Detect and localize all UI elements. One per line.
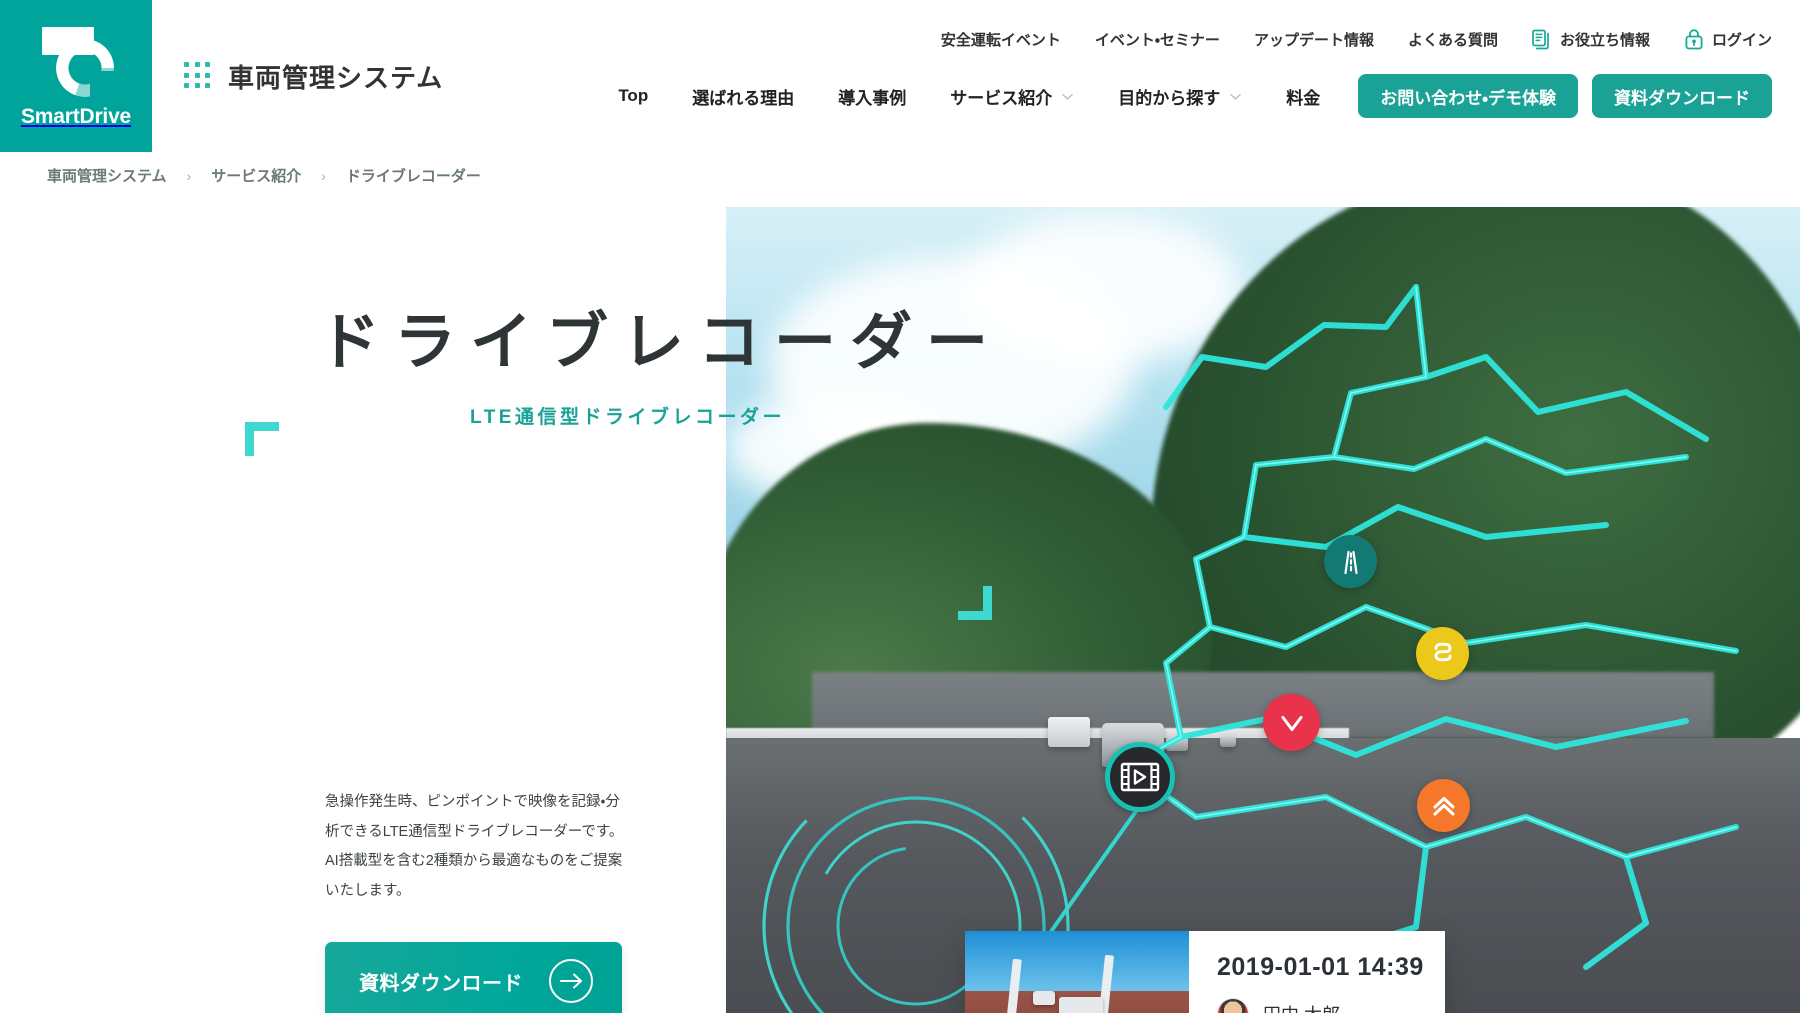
chevron-down-icon-badge[interactable] [1263,694,1320,751]
product-title: 車両管理システム [228,63,444,93]
document-download-button-hero[interactable]: 資料ダウンロード [325,942,622,1013]
utility-link-update-info[interactable]: アップデート情報 [1254,29,1374,50]
page-title: ドライブレコーダー [318,308,1003,377]
winding-road-icon-badge[interactable] [1416,627,1469,680]
dashcam-thumbnail[interactable] [965,931,1189,1013]
documents-icon [1532,29,1549,49]
main-nav: Top 選ばれる理由 導入事例 サービス紹介 目的から探す 料金 お問い合わせ・… [596,74,1772,118]
document-download-button-label: 資料ダウンロード [359,972,523,995]
chevron-up-icon-badge[interactable] [1417,779,1470,832]
site-header: SmartDrive 車両管理システム 安全運転イベント イベント・セミナー ア… [0,0,1800,152]
utility-nav: 安全運転イベント イベント・セミナー アップデート情報 よくある質問 お役立ち情… [941,28,1772,50]
chevron-up-icon [1432,796,1455,816]
contact-demo-button[interactable]: お問い合わせ・デモ体験 [1358,74,1578,118]
decorative-bracket-top-left [245,422,279,456]
road-icon [1343,550,1358,574]
chevron-down-icon [1281,715,1302,731]
hero-section: 2019-01-01 14:39 田中 太郎 た 63-81 ド [0,152,1800,1013]
utility-link-login-label: ログイン [1711,31,1772,49]
breadcrumb-item-current: ドライブレコーダー [345,168,481,185]
nav-item-services[interactable]: サービス紹介 [928,74,1096,118]
nav-item-pricing[interactable]: 料金 [1264,74,1342,118]
avatar [1217,998,1249,1013]
dashcam-record-details: 2019-01-01 14:39 田中 太郎 た 63-81 [1189,931,1445,1013]
nav-item-services-label: サービス紹介 [950,88,1053,108]
breadcrumb: 車両管理システム › サービス紹介 › ドライブレコーダー [47,165,481,186]
utility-link-login[interactable]: ログイン [1684,28,1772,50]
video-play-icon [1120,762,1160,792]
arrow-right-circle-icon [549,959,593,1003]
record-datetime: 2019-01-01 14:39 [1217,953,1424,981]
winding-road-icon [1433,642,1452,661]
breadcrumb-item-services[interactable]: サービス紹介 [211,165,301,186]
utility-link-useful-info-label: お役立ち情報 [1559,31,1650,49]
nav-item-top-label: Top [618,86,649,105]
utility-link-events-seminars[interactable]: イベント・セミナー [1095,29,1220,50]
video-play-icon-badge[interactable] [1105,742,1175,812]
record-driver-name: 田中 太郎 [1263,1001,1340,1013]
document-download-button-header[interactable]: 資料ダウンロード [1592,74,1772,118]
utility-link-faq[interactable]: よくある質問 [1408,29,1498,50]
nav-item-case-studies-label: 導入事例 [838,88,907,108]
lock-icon [1685,29,1703,50]
nav-item-case-studies[interactable]: 導入事例 [816,74,928,118]
road-icon-badge[interactable] [1324,535,1377,588]
smartdrive-logo-mark [34,23,118,99]
utility-link-safe-driving-event[interactable]: 安全運転イベント [941,29,1061,50]
breadcrumb-item-home[interactable]: 車両管理システム [47,165,167,186]
nav-item-reasons-label: 選ばれる理由 [692,88,795,108]
page-root: SmartDrive 車両管理システム 安全運転イベント イベント・セミナー ア… [0,0,1800,1013]
decorative-bracket-bottom-right [958,586,992,620]
nav-item-reasons[interactable]: 選ばれる理由 [670,74,816,118]
nav-item-pricing-label: 料金 [1286,88,1321,108]
record-driver-row: 田中 太郎 [1217,998,1445,1013]
nav-item-find-by-purpose-label: 目的から探す [1118,88,1221,108]
hero-description: 急操作発生時、ピンポイントで映像を記録・分析できるLTE通信型ドライブレコーダー… [325,794,624,900]
logo-wordmark: SmartDrive [20,105,132,128]
grid-dots-icon [184,62,212,90]
chevron-down-icon [1062,93,1074,100]
smartdrive-logo[interactable]: SmartDrive [0,0,152,152]
breadcrumb-separator: › [186,167,192,184]
breadcrumb-separator: › [321,167,326,184]
page-subtitle: LTE通信型ドライブレコーダー [470,407,785,428]
nav-item-top[interactable]: Top [596,74,670,118]
chevron-down-icon [1230,93,1242,100]
nav-item-find-by-purpose[interactable]: 目的から探す [1096,74,1264,118]
utility-link-useful-info[interactable]: お役立ち情報 [1532,29,1650,50]
dashcam-record-card[interactable]: 2019-01-01 14:39 田中 太郎 た 63-81 [965,931,1445,1013]
